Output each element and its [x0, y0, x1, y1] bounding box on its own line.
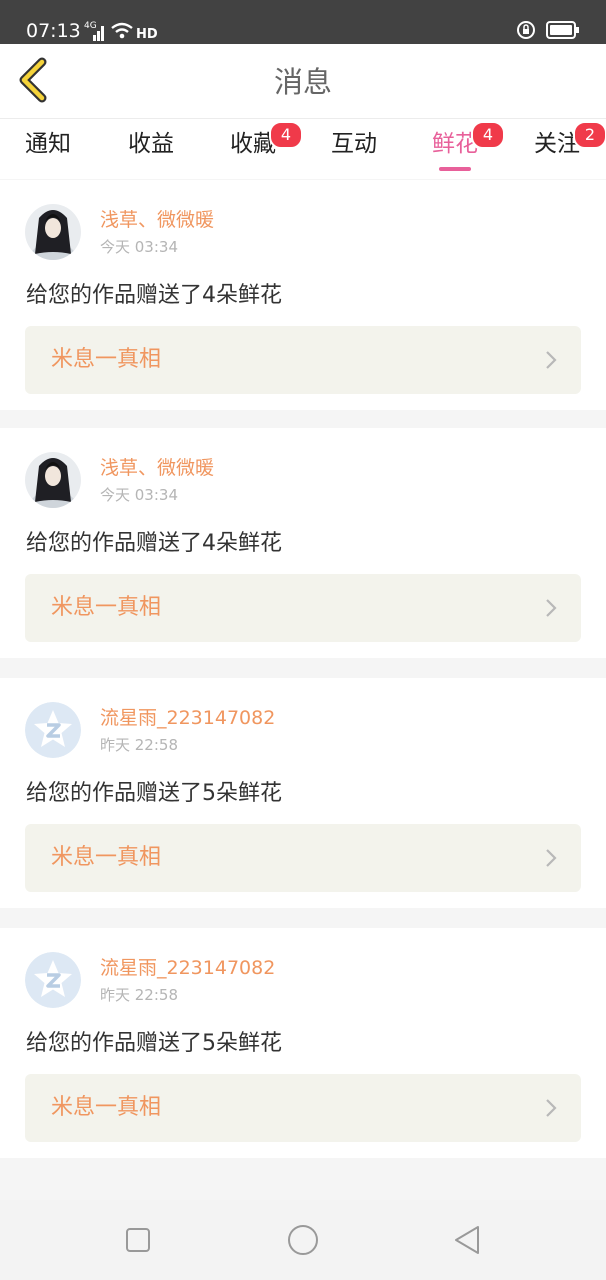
tab-earnings[interactable]: 收益 — [111, 127, 191, 161]
back-triangle-icon — [455, 1226, 479, 1254]
tab-bar: 通知 收益 收藏 4 互动 鲜花 4 关注 2 — [0, 119, 606, 179]
tab-label: 通知 — [25, 131, 71, 157]
timestamp: 今天 03:34 — [100, 486, 178, 504]
message-text: 给您的作品赠送了5朵鲜花 — [26, 781, 282, 806]
tab-interactions[interactable]: 互动 — [314, 127, 394, 161]
signal-icon: 4G — [84, 21, 106, 43]
portrait-avatar-icon — [25, 204, 81, 260]
avatar[interactable] — [25, 204, 81, 260]
tab-label: 互动 — [331, 131, 377, 157]
battery-icon — [546, 21, 580, 43]
timestamp: 昨天 22:58 — [100, 736, 178, 754]
chevron-right-icon — [546, 1099, 557, 1117]
home-button[interactable] — [285, 1222, 321, 1258]
message-text: 给您的作品赠送了4朵鲜花 — [26, 531, 282, 556]
tab-badge: 2 — [573, 121, 606, 149]
chevron-right-icon — [546, 351, 557, 369]
default-z-avatar-icon — [25, 952, 81, 1008]
recent-apps-icon — [126, 1228, 150, 1252]
message-card: 流星雨_223147082 昨天 22:58 给您的作品赠送了5朵鲜花 米息一真… — [0, 678, 606, 908]
tab-notifications[interactable]: 通知 — [8, 127, 88, 161]
tab-favorites[interactable]: 收藏 4 — [213, 121, 303, 161]
work-title: 米息一真相 — [51, 347, 162, 372]
message-card: 浅草、微微暖 今天 03:34 给您的作品赠送了4朵鲜花 米息一真相 — [0, 180, 606, 410]
message-text: 给您的作品赠送了5朵鲜花 — [26, 1031, 282, 1056]
work-link[interactable]: 米息一真相 — [25, 574, 581, 642]
home-icon — [288, 1225, 318, 1255]
username[interactable]: 流星雨_223147082 — [100, 956, 275, 980]
work-title: 米息一真相 — [51, 1095, 162, 1120]
timestamp: 今天 03:34 — [100, 238, 178, 256]
timestamp: 昨天 22:58 — [100, 986, 178, 1004]
work-link[interactable]: 米息一真相 — [25, 824, 581, 892]
message-card: 流星雨_223147082 昨天 22:58 给您的作品赠送了5朵鲜花 米息一真… — [0, 928, 606, 1158]
lock-rotation-icon — [516, 20, 536, 44]
portrait-avatar-icon — [25, 452, 81, 508]
work-title: 米息一真相 — [51, 595, 162, 620]
chevron-right-icon — [546, 599, 557, 617]
recent-apps-button[interactable] — [120, 1222, 156, 1258]
tab-badge: 4 — [269, 121, 303, 149]
wifi-icon: HD — [110, 21, 158, 43]
system-nav-bar — [0, 1200, 606, 1280]
status-bar: 07:13 4G HD — [0, 0, 606, 44]
page-title: 消息 — [273, 65, 332, 99]
network-type: 4G — [84, 21, 97, 31]
chevron-right-icon — [546, 849, 557, 867]
status-icons: 4G HD — [84, 19, 158, 43]
username[interactable]: 浅草、微微暖 — [100, 456, 214, 480]
avatar[interactable] — [25, 452, 81, 508]
work-title: 米息一真相 — [51, 845, 162, 870]
work-link[interactable]: 米息一真相 — [25, 326, 581, 394]
default-z-avatar-icon — [25, 702, 81, 758]
message-card: 浅草、微微暖 今天 03:34 给您的作品赠送了4朵鲜花 米息一真相 — [0, 428, 606, 658]
tab-flowers[interactable]: 鲜花 4 — [415, 121, 505, 171]
app-header: 消息 — [0, 44, 606, 119]
tab-badge: 4 — [471, 121, 505, 149]
work-link[interactable]: 米息一真相 — [25, 1074, 581, 1142]
wifi-hd-label: HD — [136, 27, 158, 42]
username[interactable]: 流星雨_223147082 — [100, 706, 275, 730]
tab-following[interactable]: 关注 2 — [517, 121, 606, 161]
message-text: 给您的作品赠送了4朵鲜花 — [26, 283, 282, 308]
back-nav-button[interactable] — [450, 1222, 486, 1258]
avatar[interactable] — [25, 952, 81, 1008]
username[interactable]: 浅草、微微暖 — [100, 208, 214, 232]
tab-label: 收益 — [128, 131, 174, 157]
active-tab-indicator — [439, 167, 471, 171]
avatar[interactable] — [25, 702, 81, 758]
status-time: 07:13 — [26, 20, 81, 42]
